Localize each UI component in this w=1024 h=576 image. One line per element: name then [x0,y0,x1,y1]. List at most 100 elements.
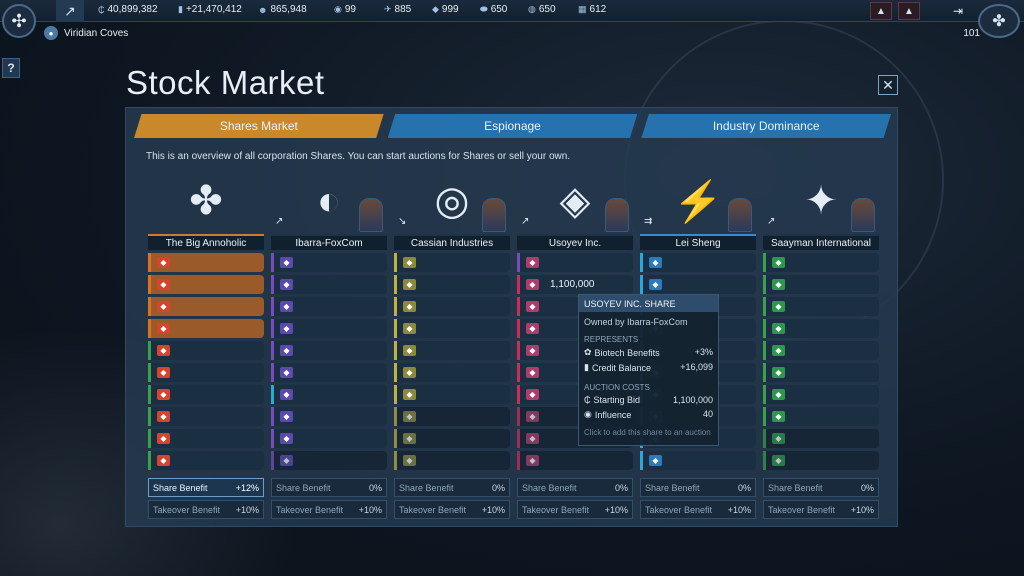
share-slot[interactable]: ◆ 1,100,000 [517,275,633,294]
stat-resource-b[interactable]: ⬬ 650 [480,4,507,15]
stat-resource-a[interactable]: ◆ 999 [432,4,459,15]
share-slot[interactable]: ◆ [148,275,264,294]
share-slot[interactable]: ◆ [763,407,879,426]
share-slot[interactable]: ◆ [271,407,387,426]
share-benefit-box[interactable]: Share Benefit 0% [394,478,510,497]
stat-ships[interactable]: ✈ 885 [384,4,411,15]
takeover-benefit-box[interactable]: Takeover Benefit +10% [763,500,879,519]
share-slot[interactable]: ◆ [148,297,264,316]
stat-income[interactable]: ▮ +21,470,412 [178,4,242,15]
help-button[interactable]: ? [2,58,20,78]
corporation-name[interactable]: Cassian Industries [394,234,510,250]
share-icon: ◆ [772,433,785,444]
stat-population[interactable]: ☻ 865,948 [258,4,307,15]
share-benefit-box[interactable]: Share Benefit 0% [640,478,756,497]
share-slot[interactable]: ◆ [394,341,510,360]
corporation-logo-icon: ⚡ [673,179,723,224]
tab-espionage[interactable]: Espionage [387,114,638,138]
share-slot[interactable]: ◆ [148,407,264,426]
share-slot[interactable]: ◆ [763,297,879,316]
share-slot[interactable]: ◆ [271,341,387,360]
tab-industry-dominance[interactable]: Industry Dominance [641,114,892,138]
share-icon: ◆ [403,345,416,356]
corporation-name[interactable]: Usoyev Inc. [517,234,633,250]
share-icon: ◆ [280,455,293,466]
share-slot[interactable]: ◆ [517,253,633,272]
share-slot[interactable]: ◆ [271,451,387,470]
tab-shares-market[interactable]: Shares Market [134,114,384,138]
stat-credits[interactable]: ₵ 40,899,382 [98,4,158,15]
corporation-logo-icon: ✤ [189,179,223,223]
share-slot[interactable]: ◆ [394,253,510,272]
share-slot[interactable]: ◆ [394,451,510,470]
share-slot[interactable]: ◆ [148,253,264,272]
takeover-benefit-box[interactable]: Takeover Benefit +10% [394,500,510,519]
share-slot[interactable]: ◆ [394,297,510,316]
close-button[interactable]: ✕ [878,75,898,95]
alert-red-icon[interactable]: ▲ [870,2,892,20]
share-slot[interactable]: ◆ [640,253,756,272]
share-slot[interactable]: ◆ [763,429,879,448]
share-slot[interactable]: ◆ [763,319,879,338]
share-slot[interactable]: ◆ [763,363,879,382]
share-slot[interactable]: ◆ [271,319,387,338]
share-icon: ◆ [403,279,416,290]
takeover-benefit-box[interactable]: Takeover Benefit +10% [271,500,387,519]
share-benefit-box[interactable]: Share Benefit 0% [763,478,879,497]
share-slot[interactable]: ◆ [763,341,879,360]
economy-graph-icon[interactable]: ↗ [56,0,84,22]
share-slot[interactable]: ◆ [394,363,510,382]
stat-resource-c[interactable]: ◍ 650 [528,4,556,15]
benefit-label: Share Benefit [522,482,577,493]
share-slot[interactable]: ◆ [271,275,387,294]
share-slot[interactable]: ◆ [763,385,879,404]
share-slot[interactable]: ◆ [517,451,633,470]
share-slot[interactable]: ◆ [271,363,387,382]
share-slot[interactable]: ◆ [640,451,756,470]
corporation-name[interactable]: Lei Sheng [640,234,756,250]
share-icon: ◆ [157,323,170,334]
location-label[interactable]: ● Viridian Coves [44,26,128,40]
faction-emblem-icon[interactable]: ✣ [2,4,36,38]
share-slot[interactable]: ◆ [148,429,264,448]
player-emblem-icon[interactable]: ✤ [978,4,1020,38]
takeover-benefit-box[interactable]: Takeover Benefit +10% [517,500,633,519]
share-icon: ◆ [772,455,785,466]
share-slot[interactable]: ◆ [271,297,387,316]
share-slot[interactable]: ◆ [148,451,264,470]
takeover-benefit-box[interactable]: Takeover Benefit +10% [148,500,264,519]
corporation-header: ✦ ↗ [763,168,879,234]
share-slot[interactable]: ◆ [394,429,510,448]
share-slot[interactable]: ◆ [148,363,264,382]
alert-green-icon[interactable]: ▲ [898,2,920,20]
share-slot[interactable]: ◆ [394,385,510,404]
influence-icon: ◉ [334,4,342,14]
share-icon: ◆ [772,301,785,312]
corporation-name[interactable]: Saayman International [763,234,879,250]
corporation-name[interactable]: Ibarra-FoxCom [271,234,387,250]
share-slot[interactable]: ◆ [763,275,879,294]
share-benefit-box[interactable]: Share Benefit 0% [271,478,387,497]
share-slot[interactable]: ◆ [394,275,510,294]
share-slot[interactable]: ◆ [271,385,387,404]
share-benefit-box[interactable]: Share Benefit 0% [517,478,633,497]
share-slot[interactable]: ◆ [763,253,879,272]
benefit-value: +10% [235,504,259,515]
share-slot[interactable]: ◆ [148,319,264,338]
share-slot[interactable]: ◆ [271,253,387,272]
share-slot[interactable]: ◆ [763,451,879,470]
share-slot[interactable]: ◆ [640,275,756,294]
share-icon: ◆ [526,345,539,356]
stat-influence[interactable]: ◉ 99 [334,4,356,15]
share-icon: ◆ [403,257,416,268]
share-benefit-box[interactable]: Share Benefit +12% [148,478,264,497]
share-slot[interactable]: ◆ [394,407,510,426]
share-slot[interactable]: ◆ [148,385,264,404]
stat-resource-d[interactable]: ▦ 612 [578,4,606,15]
takeover-benefit-box[interactable]: Takeover Benefit +10% [640,500,756,519]
share-slot[interactable]: ◆ [271,429,387,448]
share-slot[interactable]: ◆ [394,319,510,338]
share-slot[interactable]: ◆ [148,341,264,360]
exit-icon[interactable]: ⇥ [948,2,968,20]
corporation-name[interactable]: The Big Annoholic [148,234,264,250]
